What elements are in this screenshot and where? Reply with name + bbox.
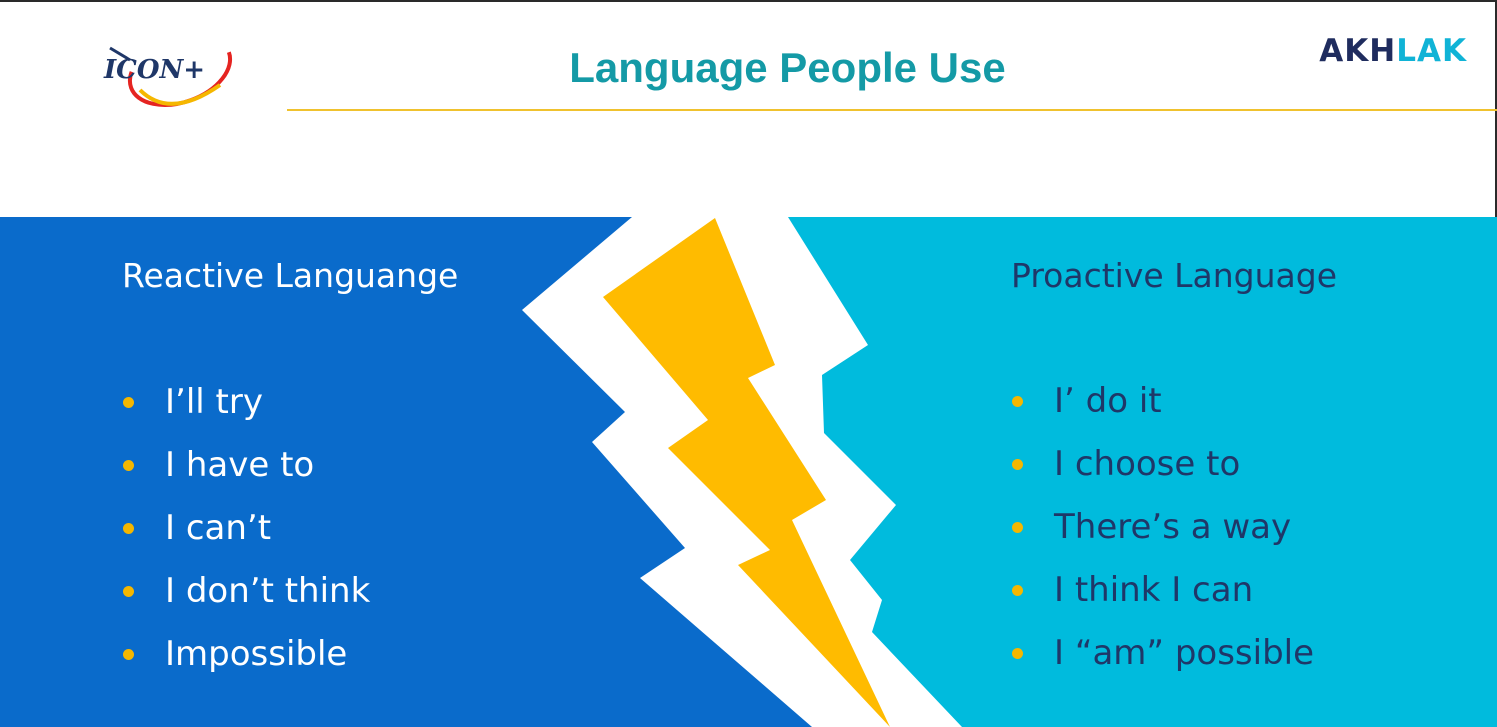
list-item-text: I think I can: [1054, 570, 1254, 610]
list-item-text: Impossible: [165, 634, 348, 674]
bullet-dot-icon: [1012, 648, 1023, 659]
proactive-list: I’ do it I choose to There’s a way I thi…: [1012, 370, 1314, 685]
list-item-text: I can’t: [165, 508, 272, 548]
bullet-dot-icon: [123, 649, 134, 660]
reactive-list: I’ll try I have to I can’t I don’t think…: [123, 371, 370, 686]
bullet-dot-icon: [1012, 396, 1023, 407]
bullet-dot-icon: [123, 586, 134, 597]
list-item-text: I’ll try: [165, 382, 263, 422]
reactive-heading: Reactive Languange: [122, 256, 459, 295]
list-item-text: I choose to: [1054, 444, 1241, 484]
list-item: I’ do it: [1012, 370, 1314, 433]
list-item: I think I can: [1012, 559, 1314, 622]
list-item: I “am” possible: [1012, 622, 1314, 685]
bullet-dot-icon: [123, 523, 134, 534]
list-item: Impossible: [123, 623, 370, 686]
bullet-dot-icon: [1012, 585, 1023, 596]
list-item: I have to: [123, 434, 370, 497]
list-item: I can’t: [123, 497, 370, 560]
proactive-heading: Proactive Language: [1011, 256, 1338, 295]
list-item-text: I’ do it: [1054, 381, 1162, 421]
list-item-text: I have to: [165, 445, 315, 485]
list-item: I don’t think: [123, 560, 370, 623]
bullet-dot-icon: [1012, 459, 1023, 470]
list-item-text: There’s a way: [1054, 507, 1292, 547]
list-item-text: I don’t think: [165, 571, 371, 611]
list-item: I’ll try: [123, 371, 370, 434]
slide: ICON+ AKHLAK Language People Use Reactiv…: [0, 0, 1497, 727]
bullet-dot-icon: [123, 460, 134, 471]
list-item: There’s a way: [1012, 496, 1314, 559]
list-item-text: I “am” possible: [1054, 633, 1315, 673]
bullet-dot-icon: [123, 397, 134, 408]
list-item: I choose to: [1012, 433, 1314, 496]
bullet-dot-icon: [1012, 522, 1023, 533]
